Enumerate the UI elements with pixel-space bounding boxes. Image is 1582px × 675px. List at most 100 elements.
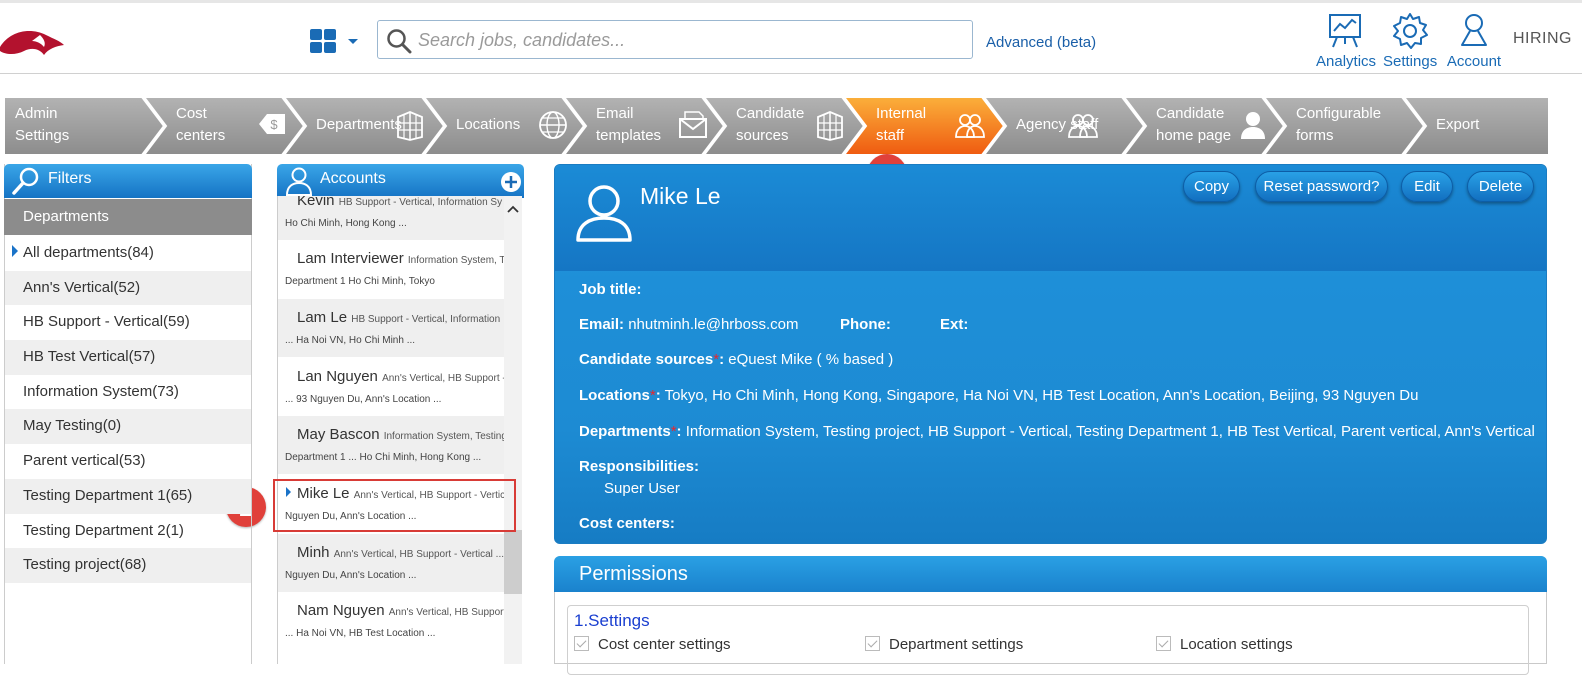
department-filter-item[interactable]: Testing Department 1(65) [5,478,251,514]
settings-steps-nav: Admin Settings Cost centers $ Departments… [4,97,1550,155]
department-filter-label: Ann's Vertical(52) [23,278,141,296]
analytics-button[interactable]: Analytics [1316,11,1376,70]
department-filter-item[interactable]: Ann's Vertical(52) [5,270,251,306]
checkbox-label: Cost center settings [598,636,731,653]
department-filter-item[interactable]: Testing project(68) [5,548,251,583]
search-icon [12,167,39,195]
chevron-up-icon [507,205,519,213]
account-list-item[interactable]: Nam Nguyen Ann's Vertical, HB Support...… [278,592,504,650]
settings-label: Settings [1383,53,1438,70]
apps-menu-button[interactable] [308,27,362,55]
account-name: Minh [297,544,330,561]
account-list-item[interactable]: May Bascon Information System, Testing De… [278,416,504,474]
delete-button[interactable]: Delete [1467,171,1534,202]
locations-label: Locations [579,387,650,404]
department-filter-item[interactable]: Information System(73) [5,375,251,410]
copy-button[interactable]: Copy [1183,171,1240,202]
checkbox-label: Location settings [1180,636,1293,653]
account-list-item[interactable]: Minh Ann's Vertical, HB Support - Vertic… [278,534,504,592]
cost-center-settings-checkbox[interactable]: Cost center settings [574,636,731,653]
department-filter-item[interactable]: HB Test Vertical(57) [5,340,251,375]
search-box[interactable] [377,20,973,59]
department-filter-label: Testing project(68) [23,556,147,574]
checkbox-icon [865,636,880,651]
building-icon [814,109,846,148]
account-locations: ... 93 Nguyen Du, Ann's Location ... [285,394,442,405]
svg-text:$: $ [270,117,278,132]
profile-detail-header [555,165,1546,271]
group-icon [1067,109,1099,148]
accounts-scroll-thumb[interactable] [504,530,522,594]
reset-password-button[interactable]: Reset password? [1255,171,1388,202]
step-internal-staff[interactable]: Internal staff [844,97,1006,155]
department-filter-item[interactable]: Parent vertical(53) [5,444,251,479]
step-candidate-home-page[interactable]: Candidate home page [1124,97,1286,155]
sources-value: eQuest Mike ( % based ) [728,351,894,368]
location-settings-checkbox[interactable]: Location settings [1156,636,1293,653]
step-cost-centers[interactable]: Cost centers $ [144,97,306,155]
step-label: Email templates [596,105,662,144]
step-departments[interactable]: Departments [284,97,446,155]
department-filter-item[interactable]: HB Support - Vertical(59) [5,305,251,340]
account-departments: Ann's Vertical, HB Support - Vertical ..… [333,549,504,560]
account-departments: Information System, T [407,255,504,266]
add-account-icon[interactable] [500,171,522,193]
account-name-line: Lan Nguyen Ann's Vertical, HB Support - [297,368,504,385]
step-email-templates[interactable]: Email templates [564,97,726,155]
step-candidate-sources[interactable]: Candidate sources [704,97,866,155]
department-filter-label: HB Support - Vertical(59) [23,313,190,331]
department-filter-label: HB Test Vertical(57) [23,348,156,366]
step-export[interactable]: Export [1404,97,1550,155]
responsibilities-field: Responsibilities: [579,458,699,475]
gear-icon [1393,13,1428,49]
colon: : [676,423,682,440]
edit-button[interactable]: Edit [1401,171,1453,202]
account-locations: ... Ha Noi VN, Ho Chi Minh ... [285,335,416,346]
account-locations: Nguyen Du, Ann's Location ... [285,570,417,581]
user-icon [285,167,313,196]
department-filter-item[interactable]: All departments(84) [5,236,251,271]
grid-icon [310,29,358,53]
cost-centers-field: Cost centers: [579,515,675,532]
step-admin-settings[interactable]: Admin Settings [4,97,166,155]
email-label: Email: [579,316,625,333]
account-list-item[interactable]: Lam Interviewer Information System, T Dep… [278,240,504,298]
step-label: Candidate home page [1156,105,1232,144]
account-locations: Ho Chi Minh, Hong Kong ... [285,218,407,229]
job-title-label: Job title: [579,281,642,298]
search-input[interactable] [418,27,958,53]
department-settings-checkbox[interactable]: Department settings [865,636,1023,653]
logo-icon[interactable] [0,25,70,65]
account-button[interactable]: Account [1445,11,1503,70]
account-list-item[interactable]: Lam Le HB Support - Vertical, Informatio… [278,299,504,357]
step-label: Internal staff [876,105,927,144]
step-locations[interactable]: Locations [424,97,586,155]
department-filter-item[interactable]: May Testing(0) [5,409,251,445]
account-list-item[interactable]: Kevin HB Support - Vertical, Information… [278,196,504,240]
account-locations: Department 1 Ho Chi Minh, Tokyo [285,276,435,287]
accounts-header: Accounts [277,164,524,198]
department-filter-label: May Testing(0) [23,417,122,435]
settings-button[interactable]: Settings [1383,11,1437,70]
department-filter-label: Testing Department 1(65) [23,486,193,504]
filters-header: Filters [4,164,252,198]
step-configurable-forms[interactable]: Configurable forms [1264,97,1426,155]
account-name-line: Nam Nguyen Ann's Vertical, HB Support [297,602,504,619]
step-agency-staff[interactable]: Agency staff [984,97,1146,155]
candidate-sources-field: Candidate sources*: eQuest Mike ( % base… [579,351,893,368]
step-label: Candidate sources [736,105,805,144]
department-filter-item[interactable]: Testing Department 2(1) [5,514,251,549]
dollar-tag-icon: $ [257,109,287,146]
account-name: Kevin [297,196,335,209]
account-list-item[interactable]: Lan Nguyen Ann's Vertical, HB Support -.… [278,358,504,416]
department-filter-label: Information System(73) [23,382,179,400]
account-label: Account [1446,53,1502,70]
departments-field: Departments*: Information System, Testin… [579,423,1535,440]
account-name: May Bascon [297,426,380,443]
account-name: Nam Nguyen [297,602,385,619]
job-title-field: Job title: [579,281,642,298]
advanced-search-link[interactable]: Advanced (beta) [986,34,1096,51]
settings-permissions-title: 1.Settings [574,611,650,630]
top-bar: Advanced (beta) Analytics Settings Accou… [0,0,1582,74]
department-filter-label: Parent vertical(53) [23,452,146,470]
